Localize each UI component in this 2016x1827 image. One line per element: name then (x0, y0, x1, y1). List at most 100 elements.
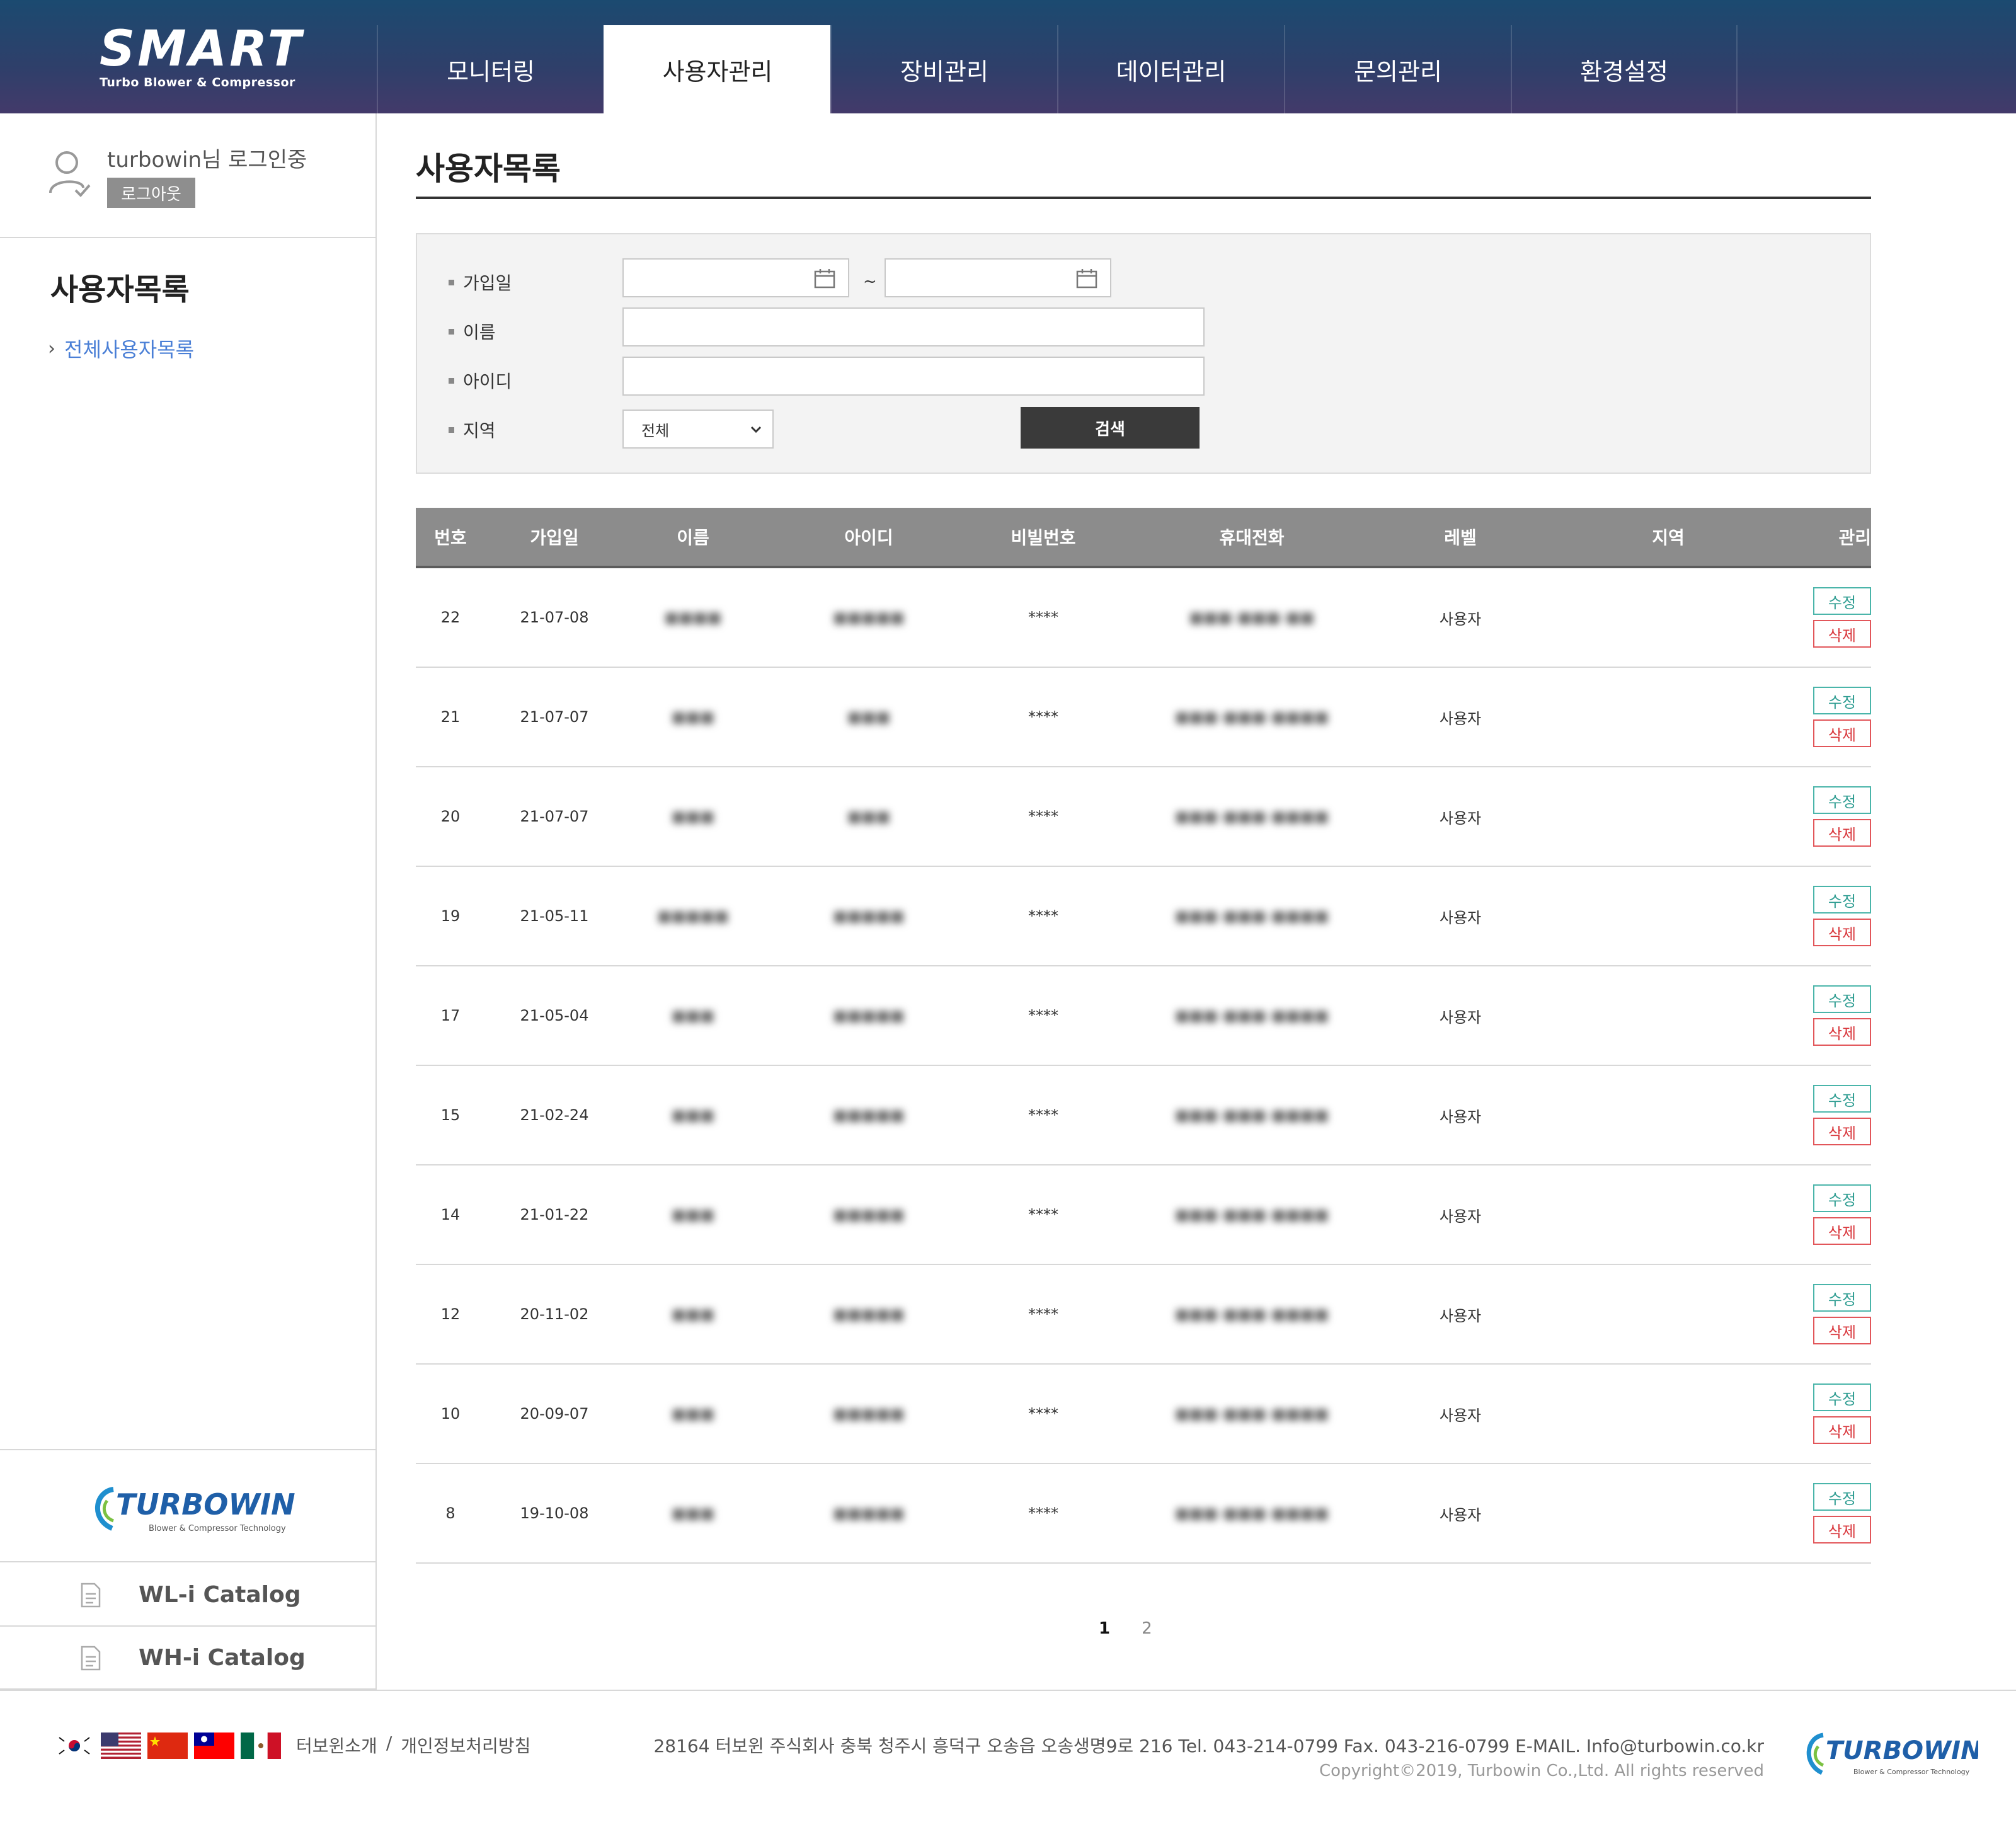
cell-level: 사용자 (1439, 1207, 1482, 1225)
name-input[interactable] (622, 307, 1205, 346)
delete-button[interactable]: 삭제 (1813, 919, 1871, 946)
cell-level: 사용자 (1439, 1406, 1482, 1424)
calendar-icon[interactable] (1076, 268, 1097, 289)
main-nav: 모니터링 사용자관리 장비관리 데이터관리 문의관리 환경설정 (377, 25, 1738, 113)
nav-inquiry-management[interactable]: 문의관리 (1284, 25, 1511, 113)
cell-password: **** (1028, 609, 1058, 626)
catalog-label: WL-i Catalog (139, 1581, 301, 1608)
cell-password: **** (1028, 1405, 1058, 1423)
cell-join-date: 20-11-02 (520, 1305, 589, 1323)
edit-button[interactable]: 수정 (1813, 985, 1871, 1013)
footer-logo-sub: Blower & Compressor Technology (1853, 1768, 1970, 1776)
id-input[interactable] (622, 357, 1205, 396)
nav-monitoring[interactable]: 모니터링 (377, 25, 604, 113)
delete-button[interactable]: 삭제 (1813, 1516, 1871, 1544)
nav-equipment-management[interactable]: 장비관리 (830, 25, 1057, 113)
search-button[interactable]: 검색 (1021, 407, 1200, 449)
delete-button[interactable]: 삭제 (1813, 1217, 1871, 1245)
korea-flag-icon[interactable] (54, 1732, 94, 1759)
taiwan-flag-icon[interactable] (194, 1732, 234, 1759)
delete-button[interactable]: 삭제 (1813, 1118, 1871, 1145)
nav-data-management[interactable]: 데이터관리 (1057, 25, 1284, 113)
join-date-start-input[interactable] (622, 258, 849, 297)
footer-links: 터보윈소개 / 개인정보처리방침 (296, 1732, 530, 1758)
edit-button[interactable]: 수정 (1813, 687, 1871, 714)
cell-name: ■■■ (671, 808, 715, 825)
cell-level: 사용자 (1439, 1008, 1482, 1026)
cell-actions: 수정삭제 (1808, 985, 1871, 1046)
sidebar: turbowin님 로그인중 로그아웃 사용자목록 › 전체사용자목록 TURB… (0, 113, 377, 1690)
region-selected-value: 전체 (641, 421, 670, 440)
delete-button[interactable]: 삭제 (1813, 1018, 1871, 1046)
cell-level: 사용자 (1439, 709, 1482, 728)
cell-join-date: 21-07-08 (520, 609, 589, 626)
cell-id: ■■■■■ (833, 907, 905, 925)
brand-logo-sub: Blower & Compressor Technology (149, 1524, 286, 1533)
top-header: SMART Turbo Blower & Compressor 모니터링 사용자… (0, 0, 2016, 113)
cell-phone: ■■■-■■■-■■■■ (1174, 907, 1329, 925)
cell-phone: ■■■-■■■-■■■■ (1174, 1305, 1329, 1323)
col-header-id: 아이디 (844, 527, 893, 548)
delete-button[interactable]: 삭제 (1813, 620, 1871, 648)
edit-button[interactable]: 수정 (1813, 886, 1871, 914)
bullet-icon (449, 377, 454, 384)
nav-settings[interactable]: 환경설정 (1511, 25, 1738, 113)
mexico-flag-icon[interactable] (241, 1732, 281, 1759)
cell-password: **** (1028, 708, 1058, 726)
cell-phone: ■■■-■■■-■■■■ (1174, 1007, 1329, 1024)
delete-button[interactable]: 삭제 (1813, 819, 1871, 847)
region-select[interactable]: 전체 (622, 410, 774, 449)
cell-phone: ■■■-■■■-■■■■ (1174, 1206, 1329, 1223)
cell-level: 사용자 (1439, 610, 1482, 628)
cell-name: ■■■ (671, 1206, 715, 1223)
edit-button[interactable]: 수정 (1813, 1085, 1871, 1113)
col-header-number: 번호 (434, 527, 467, 548)
edit-button[interactable]: 수정 (1813, 1184, 1871, 1212)
user-table: 번호 가입일 이름 아이디 비빌번호 휴대전화 레벨 지역 관리 22 21-07… (416, 508, 1871, 1564)
smart-logo[interactable]: SMART Turbo Blower & Compressor (100, 24, 301, 89)
edit-button[interactable]: 수정 (1813, 587, 1871, 615)
logout-button[interactable]: 로그아웃 (107, 178, 195, 208)
cell-phone: ■■■-■■■-■■■■ (1174, 1405, 1329, 1423)
cell-name: ■■■■ (664, 609, 722, 626)
cell-id: ■■■■■ (833, 1206, 905, 1223)
join-date-end-input[interactable] (885, 258, 1111, 297)
table-row: 14 21-01-22 ■■■ ■■■■■ **** ■■■-■■■-■■■■ 사용자 수정 삭… (416, 1166, 1871, 1265)
edit-button[interactable]: 수정 (1813, 1383, 1871, 1411)
delete-button[interactable]: 삭제 (1813, 1317, 1871, 1344)
cell-number: 19 (440, 907, 461, 925)
china-flag-icon[interactable] (147, 1732, 188, 1759)
privacy-policy-link[interactable]: 개인정보처리방침 (401, 1732, 530, 1758)
catalog-label: WH-i Catalog (139, 1644, 306, 1671)
cell-phone: ■■■-■■■-■■■■ (1174, 708, 1329, 726)
cell-password: **** (1028, 1305, 1058, 1323)
page-2[interactable]: 2 (1142, 1619, 1152, 1638)
wh-i-catalog-link[interactable]: WH-i Catalog (0, 1627, 375, 1690)
page-1[interactable]: 1 (1099, 1619, 1110, 1638)
cell-number: 21 (440, 708, 461, 726)
cell-number: 12 (440, 1305, 461, 1323)
cell-password: **** (1028, 1106, 1058, 1124)
delete-button[interactable]: 삭제 (1813, 719, 1871, 747)
edit-button[interactable]: 수정 (1813, 786, 1871, 814)
cell-name: ■■■■■ (657, 907, 729, 925)
region-label: 지역 (449, 417, 496, 442)
table-header: 번호 가입일 이름 아이디 비빌번호 휴대전화 레벨 지역 관리 (416, 508, 1871, 568)
table-row: 15 21-02-24 ■■■ ■■■■■ **** ■■■-■■■-■■■■ 사용자 수정 삭… (416, 1066, 1871, 1166)
login-status-text: turbowin님 로그인중 (107, 147, 307, 173)
delete-button[interactable]: 삭제 (1813, 1416, 1871, 1444)
cell-level: 사용자 (1439, 908, 1482, 927)
sidebar-item-all-users[interactable]: › 전체사용자목록 (48, 334, 194, 363)
about-turbowin-link[interactable]: 터보윈소개 (296, 1732, 377, 1758)
footer: 터보윈소개 / 개인정보처리방침 28164 터보윈 주식회사 충북 청주시 흥… (0, 1690, 2016, 1827)
nav-user-management[interactable]: 사용자관리 (604, 25, 830, 113)
cell-id: ■■■■■ (833, 1405, 905, 1423)
edit-button[interactable]: 수정 (1813, 1284, 1871, 1312)
cell-phone: ■■■-■■■-■■■■ (1174, 1106, 1329, 1124)
calendar-icon[interactable] (814, 268, 835, 289)
usa-flag-icon[interactable] (101, 1732, 141, 1759)
wl-i-catalog-link[interactable]: WL-i Catalog (0, 1564, 375, 1627)
edit-button[interactable]: 수정 (1813, 1483, 1871, 1511)
turbowin-brand-box: TURBOWIN Blower & Compressor Technology (0, 1449, 375, 1562)
cell-level: 사용자 (1439, 809, 1482, 827)
